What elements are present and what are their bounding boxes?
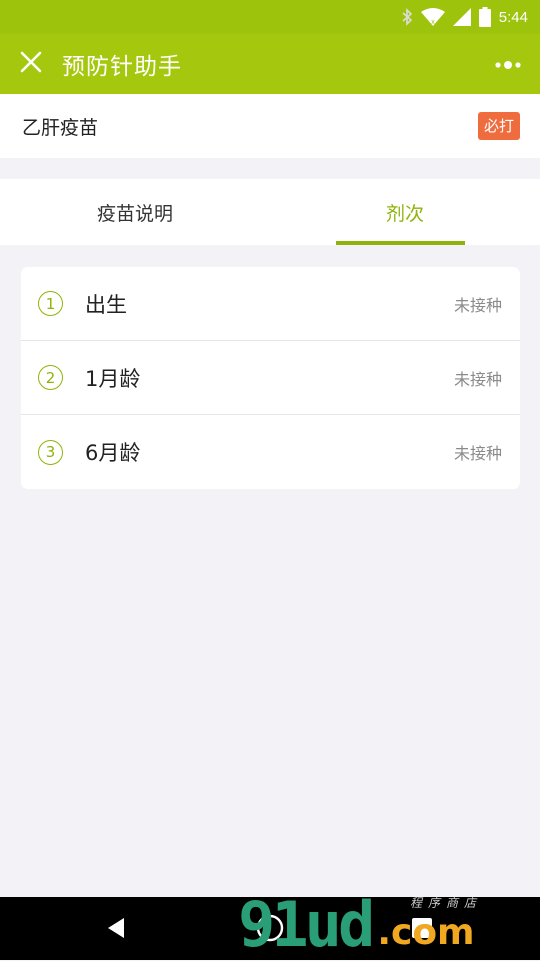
back-triangle-icon[interactable]: [106, 916, 126, 944]
wifi-icon: x: [420, 8, 445, 26]
dose-status: 未接种: [453, 369, 502, 389]
svg-text:x: x: [431, 19, 435, 26]
battery-icon: [478, 7, 491, 27]
dose-number-badge: 3: [38, 439, 63, 465]
more-dots-icon: [494, 55, 522, 74]
dose-status: 未接种: [453, 295, 502, 315]
list-item[interactable]: 3 6月龄 未接种: [21, 415, 520, 489]
tab-bar: 疫苗说明 剂次: [0, 179, 540, 245]
dose-number-badge: 2: [38, 365, 63, 390]
tab-doses[interactable]: 剂次: [270, 179, 540, 245]
close-icon: [20, 51, 42, 77]
home-circle-icon[interactable]: [255, 913, 285, 947]
dose-number-badge: 1: [38, 291, 63, 316]
status-bar: x 5:44: [0, 0, 540, 34]
dose-label: 6月龄: [85, 441, 141, 465]
list-item[interactable]: 1 出生 未接种: [21, 267, 520, 341]
signal-icon: [452, 8, 471, 26]
bluetooth-icon: [401, 8, 413, 26]
vaccine-header: 乙肝疫苗 必打: [0, 94, 540, 158]
more-button[interactable]: [488, 48, 528, 80]
close-button[interactable]: [0, 34, 62, 94]
dose-status: 未接种: [453, 444, 502, 463]
app-header: 预防针助手: [0, 34, 540, 94]
tab-vaccine-description[interactable]: 疫苗说明: [0, 179, 270, 245]
required-badge: 必打: [477, 112, 520, 140]
status-time: 5:44: [498, 8, 528, 26]
dose-label: 出生: [85, 292, 127, 317]
vaccine-name: 乙肝疫苗: [22, 116, 99, 139]
page-title: 预防针助手: [62, 54, 182, 80]
system-nav-bar: [0, 897, 540, 960]
list-item[interactable]: 2 1月龄 未接种: [21, 341, 520, 415]
dose-list: 1 出生 未接种 2 1月龄 未接种 3 6月龄 未接种: [21, 267, 520, 489]
dose-label: 1月龄: [85, 366, 141, 391]
recents-square-icon[interactable]: [411, 917, 433, 943]
